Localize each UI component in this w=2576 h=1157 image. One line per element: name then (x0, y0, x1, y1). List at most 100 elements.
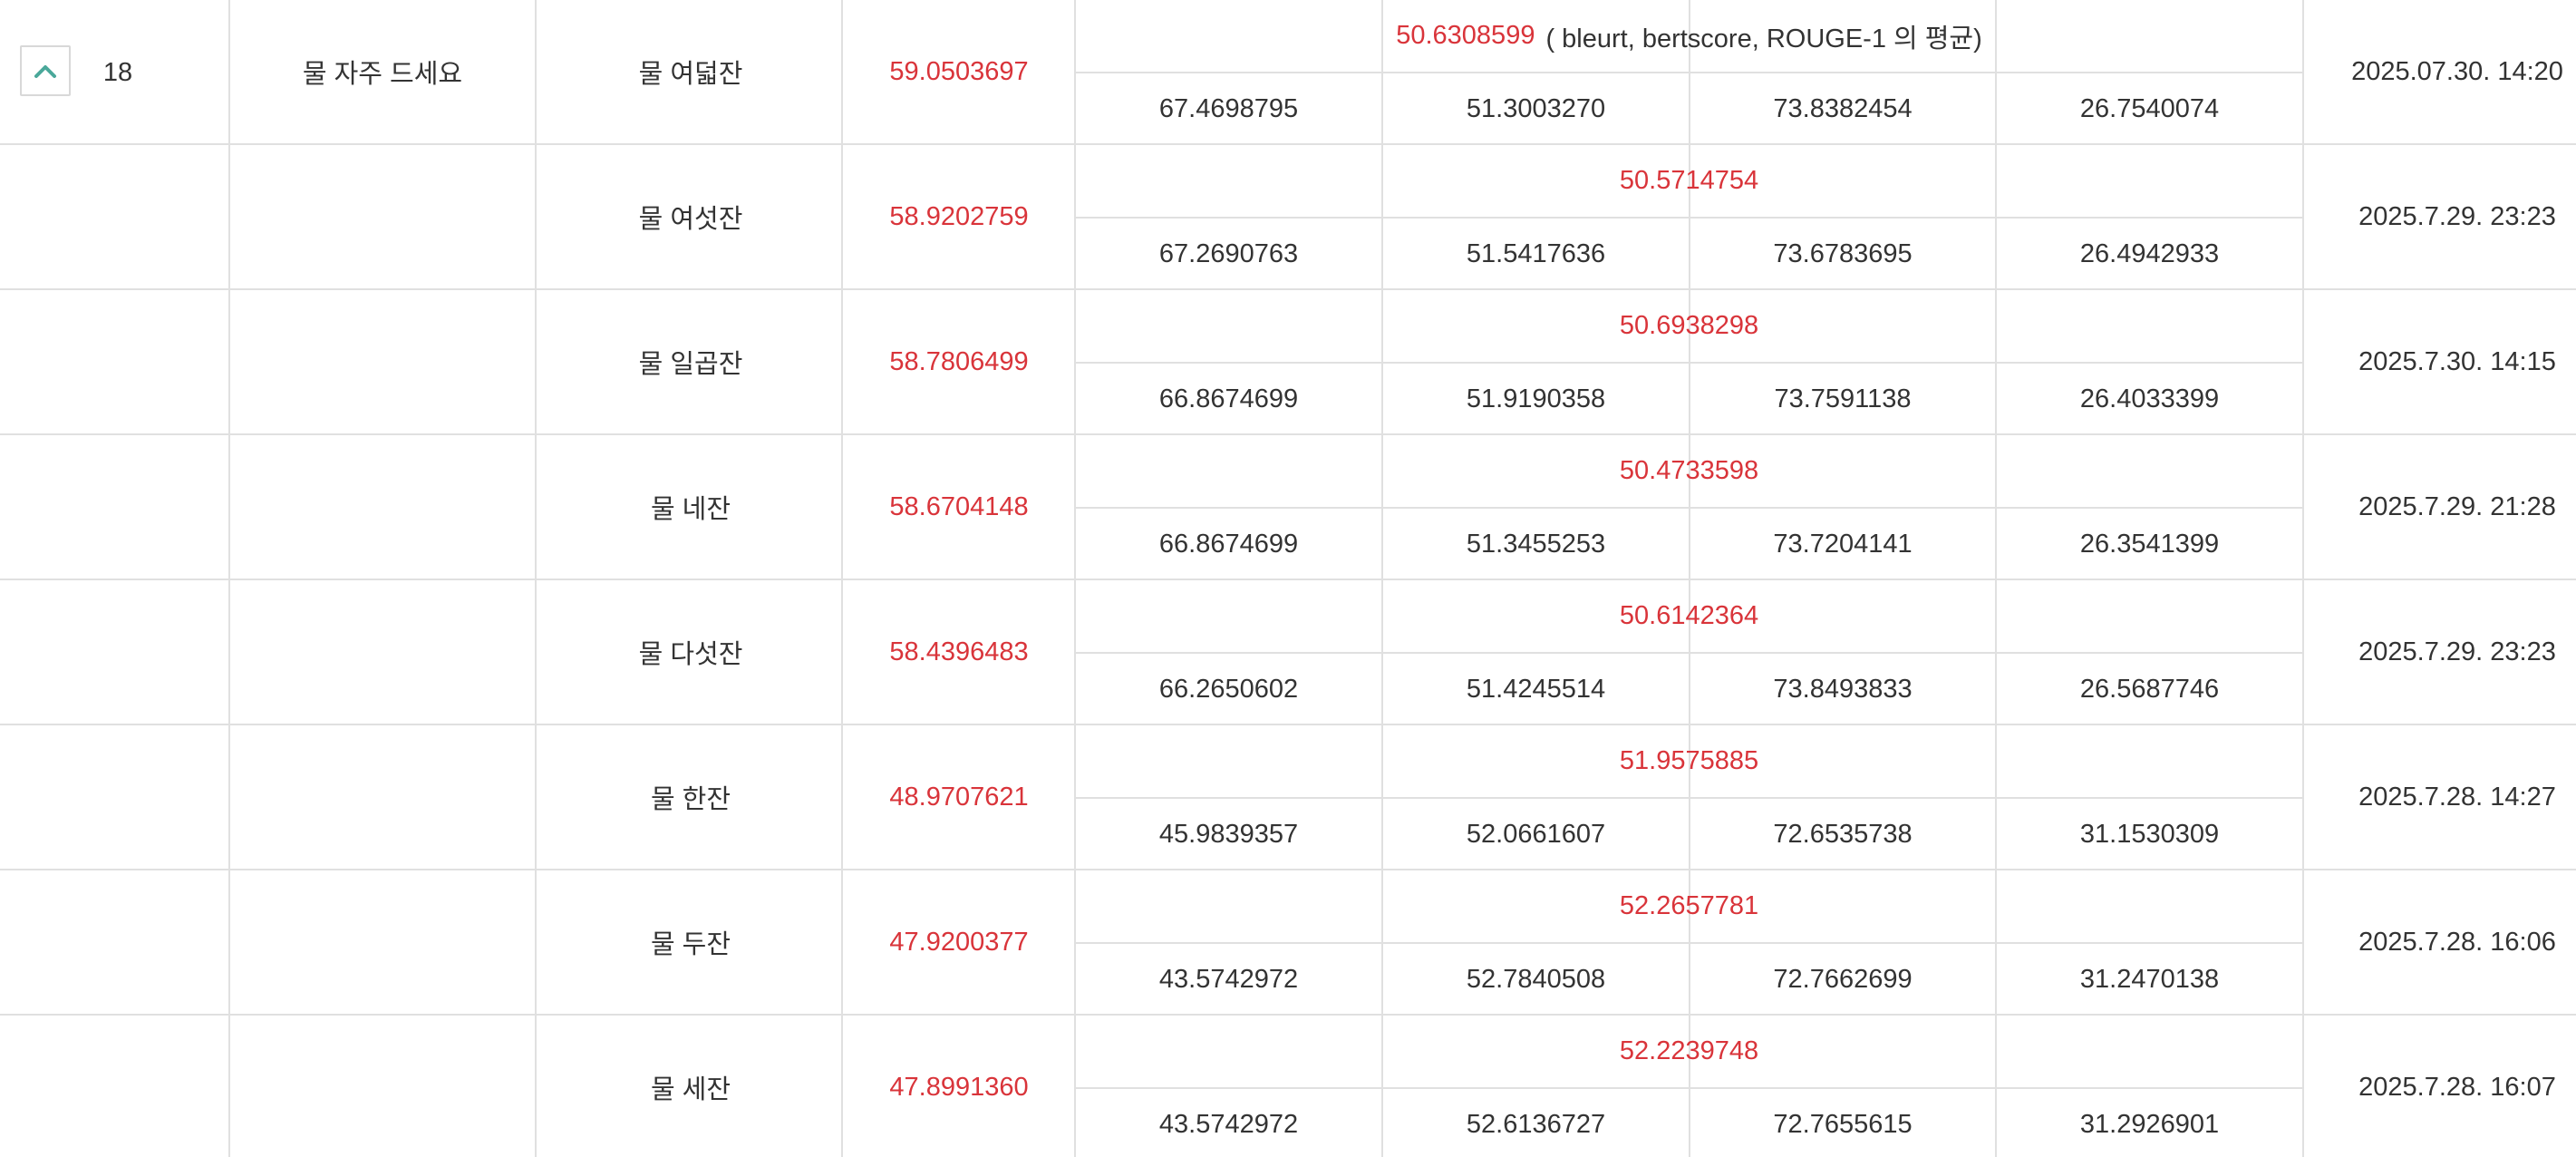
column-divider (841, 870, 843, 1014)
table-row: 물 한잔 48.9707621 51.9575885 45.9839357 52.066… (0, 725, 2576, 870)
column-divider (228, 435, 230, 578)
score-cell: 58.6704148 (889, 491, 1029, 521)
column-divider (535, 870, 537, 1014)
score-cell: 47.8991360 (889, 1072, 1029, 1102)
metric-4-cell: 31.2926901 (2079, 1110, 2220, 1139)
metric-4-cell: 31.1530309 (2079, 820, 2220, 849)
average-value: 51.9575885 (1619, 746, 1759, 775)
user-name-cell: 물 자주 드세요 (302, 60, 463, 89)
metric-1-cell: 66.2650602 (1158, 675, 1299, 704)
team-name-cell: 물 세잔 (650, 1075, 731, 1104)
column-divider (841, 435, 843, 578)
metric-4-cell: 26.3541399 (2079, 530, 2220, 559)
metric-1-cell: 67.4698795 (1158, 94, 1299, 123)
average-value: 50.6142364 (1619, 601, 1759, 630)
average-value: 50.4733598 (1619, 456, 1759, 485)
column-divider (841, 0, 843, 143)
timestamp-cell: 2025.7.29. 23:23 (2358, 637, 2556, 666)
average-cell: 50.6142364 (1075, 580, 2303, 652)
timestamp-cell: 2025.7.29. 21:28 (2358, 491, 2556, 521)
collapse-toggle-button[interactable] (20, 45, 71, 96)
team-name-cell: 물 네잔 (650, 495, 731, 524)
average-cell: 50.6308599 ( bleurt, bertscore, ROUGE-1 의… (1075, 0, 2303, 72)
average-cell: 50.6938298 (1075, 290, 2303, 362)
metric-2-cell: 51.9190358 (1466, 384, 1606, 413)
table-row: 물 세잔 47.8991360 52.2239748 43.5742972 52.613… (0, 1016, 2576, 1157)
metric-1-cell: 67.2690763 (1158, 239, 1299, 268)
score-cell: 47.9200377 (889, 927, 1029, 957)
metric-3-cell: 73.7591138 (1774, 384, 1912, 413)
chevron-up-icon (34, 65, 56, 78)
metric-2-cell: 52.0661607 (1466, 820, 1606, 849)
column-divider (228, 145, 230, 288)
column-divider (841, 290, 843, 433)
column-divider (228, 290, 230, 433)
column-divider (228, 580, 230, 724)
timestamp-cell: 2025.7.28. 16:07 (2358, 1072, 2556, 1102)
column-divider (228, 1016, 230, 1157)
metric-3-cell: 73.6783695 (1773, 239, 1913, 268)
average-cell: 50.5714754 (1075, 145, 2303, 217)
column-divider (535, 145, 537, 288)
metric-1-cell: 43.5742972 (1158, 1110, 1299, 1139)
column-divider (535, 580, 537, 724)
metric-4-cell: 26.5687746 (2079, 675, 2220, 704)
column-divider (535, 1016, 537, 1157)
score-cell: 58.9202759 (889, 201, 1029, 231)
column-divider (535, 435, 537, 578)
score-cell: 58.7806499 (889, 346, 1029, 376)
column-divider (841, 580, 843, 724)
metric-4-cell: 26.4942933 (2079, 239, 2220, 268)
table-row: 물 두잔 47.9200377 52.2657781 43.5742972 52.784… (0, 870, 2576, 1016)
average-value: 50.6308599 (1396, 21, 1535, 50)
team-name-cell: 물 여섯잔 (638, 205, 743, 234)
team-name-cell: 물 한잔 (650, 785, 731, 814)
column-divider (228, 870, 230, 1014)
metric-3-cell: 73.7204141 (1773, 530, 1913, 559)
metric-3-cell: 72.7655615 (1773, 1110, 1913, 1139)
metric-2-cell: 51.4245514 (1466, 675, 1606, 704)
score-cell: 58.4396483 (889, 637, 1029, 666)
score-cell: 59.0503697 (889, 56, 1029, 86)
column-divider (228, 0, 230, 143)
metric-1-cell: 45.9839357 (1158, 820, 1299, 849)
metric-3-cell: 72.6535738 (1773, 820, 1913, 849)
average-value: 52.2239748 (1619, 1036, 1759, 1065)
metric-4-cell: 26.7540074 (2079, 94, 2220, 123)
average-value: 52.2657781 (1619, 891, 1759, 920)
metric-4-cell: 26.4033399 (2079, 384, 2220, 413)
metric-3-cell: 72.7662699 (1773, 965, 1913, 994)
metric-1-cell: 43.5742972 (1158, 965, 1299, 994)
metric-4-cell: 31.2470138 (2079, 965, 2220, 994)
column-divider (841, 725, 843, 869)
leaderboard-table: 18 물 자주 드세요 물 여덟잔 59.0503697 50.6308599 ( ble… (0, 0, 2576, 1157)
table-row: 물 일곱잔 58.7806499 50.6938298 66.8674699 51.91… (0, 290, 2576, 435)
timestamp-cell: 2025.7.29. 23:23 (2358, 201, 2556, 231)
metric-2-cell: 52.7840508 (1466, 965, 1606, 994)
column-divider (841, 145, 843, 288)
group-number: 18 (102, 57, 133, 87)
column-divider (841, 1016, 843, 1157)
timestamp-cell: 2025.7.28. 16:06 (2358, 927, 2556, 957)
timestamp-cell: 2025.7.28. 14:27 (2358, 782, 2556, 812)
average-cell: 51.9575885 (1075, 725, 2303, 797)
metric-2-cell: 52.6136727 (1466, 1110, 1606, 1139)
column-divider (535, 725, 537, 869)
table-row: 물 네잔 58.6704148 50.4733598 66.8674699 51.345… (0, 435, 2576, 580)
average-cell: 52.2239748 (1075, 1016, 2303, 1087)
metric-2-cell: 51.3455253 (1466, 530, 1606, 559)
metric-2-cell: 51.5417636 (1466, 239, 1606, 268)
metric-2-cell: 51.3003270 (1466, 94, 1606, 123)
average-value: 50.6938298 (1619, 311, 1759, 340)
score-cell: 48.9707621 (889, 782, 1029, 812)
column-divider (228, 725, 230, 869)
average-value: 50.5714754 (1619, 166, 1759, 195)
team-name-cell: 물 여덟잔 (638, 60, 743, 89)
metric-3-cell: 73.8493833 (1773, 675, 1913, 704)
team-name-cell: 물 두잔 (650, 930, 731, 959)
table-row: 물 다섯잔 58.4396483 50.6142364 66.2650602 51.42… (0, 580, 2576, 725)
column-divider (535, 290, 537, 433)
timestamp-cell: 2025.07.30. 14:20 (2351, 56, 2563, 86)
average-cell: 52.2657781 (1075, 870, 2303, 942)
timestamp-cell: 2025.7.30. 14:15 (2358, 346, 2556, 376)
